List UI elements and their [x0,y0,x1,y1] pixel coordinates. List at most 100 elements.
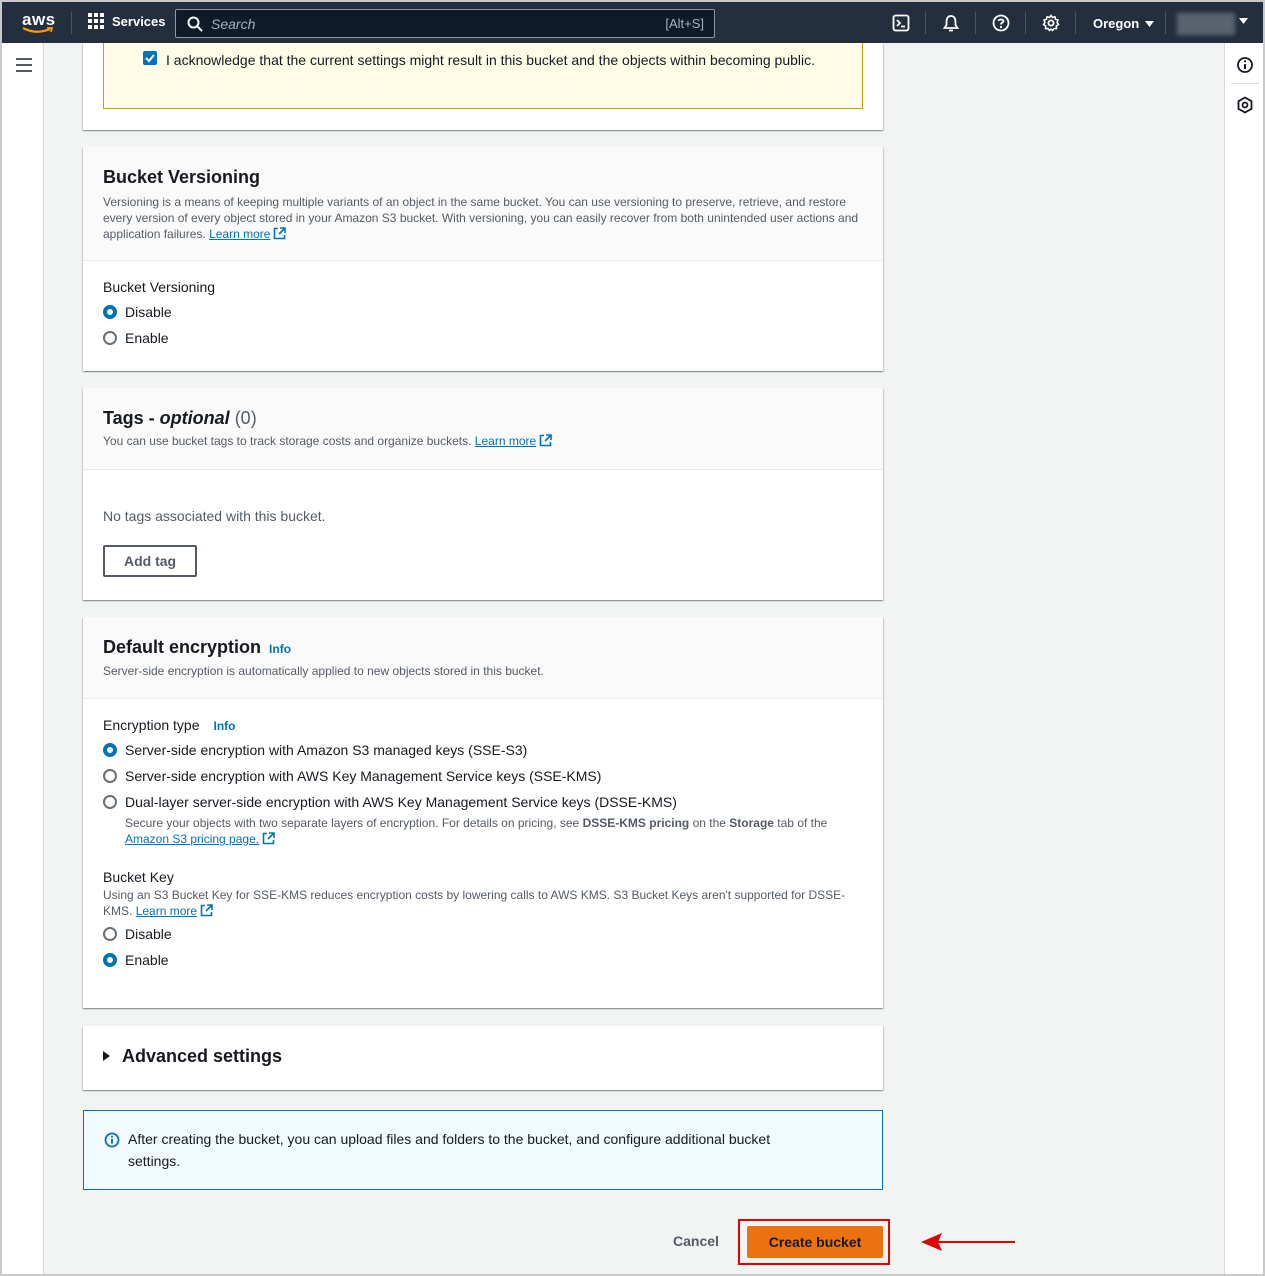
region-selector[interactable]: Oregon [1093,16,1155,31]
title-text: Default encryption [103,637,262,657]
acknowledge-text: I acknowledge that the current settings … [166,52,816,68]
create-bucket-button[interactable]: Create bucket [747,1226,883,1258]
notifications-bell-icon[interactable] [942,14,960,32]
radio-selected[interactable] [103,305,117,319]
hamburger-menu-icon[interactable] [16,58,32,76]
panel-description: Server-side encryption is automatically … [103,664,544,678]
block-public-access-panel: I acknowledge that the current settings … [83,43,883,130]
versioning-options: Bucket Versioning Disable Enable [83,261,883,351]
services-label: Services [112,13,166,29]
info-link[interactable]: Info [269,642,291,656]
search-shortcut: [Alt+S] [665,16,704,31]
external-link-icon[interactable] [200,904,213,917]
nav-separator [975,12,976,34]
pricing-page-link[interactable]: Amazon S3 pricing page. [125,832,259,846]
info-alert-text: After creating the bucket, you can uploa… [128,1131,771,1169]
radio-sse-s3[interactable]: Server-side encryption with Amazon S3 ma… [103,737,863,763]
caret-right-icon [103,1051,110,1061]
aws-logo[interactable]: aws [18,8,58,36]
panel-description: Versioning is a means of keeping multipl… [103,194,863,242]
radio-selected[interactable] [103,953,117,967]
caret-down-icon[interactable] [1239,18,1248,24]
learn-more-link[interactable]: Learn more [475,434,536,448]
settings-gear-icon[interactable] [1042,14,1060,32]
field-label: Bucket Key [103,869,174,885]
acknowledge-checkbox[interactable] [143,51,157,65]
help-icon[interactable] [992,14,1010,32]
field-label: Encryption type Info [103,717,863,733]
desc-part: on the [689,816,730,830]
nav-separator [1075,12,1076,34]
radio-unselected[interactable] [103,927,117,941]
learn-more-link[interactable]: Learn more [209,227,270,241]
info-link[interactable]: Info [214,719,236,733]
radio-selected[interactable] [103,743,117,757]
radio-bucket-key-enable[interactable]: Enable [103,947,863,973]
search-icon [187,16,203,32]
advanced-settings-toggle[interactable]: Advanced settings [83,1026,883,1067]
radio-dsse-kms[interactable]: Dual-layer server-side encryption with A… [103,789,863,815]
external-link-icon[interactable] [539,434,552,447]
tags-body: No tags associated with this bucket. Add… [83,470,883,577]
nav-separator [1025,12,1026,34]
encryption-type-label: Encryption type [103,717,200,733]
hexagon-icon[interactable] [1236,96,1254,114]
dsse-description: Secure your objects with two separate la… [125,815,863,847]
aws-smile-icon [22,27,54,33]
title-main: Tags - [103,408,160,428]
right-tools-rail [1224,43,1263,1274]
panel-header: Tags - optional (0) You can use bucket t… [83,388,883,470]
nav-separator [1165,12,1166,34]
info-alert: After creating the bucket, you can uploa… [83,1110,883,1190]
desc-part: tab of the [773,816,828,830]
title-optional: optional [159,408,230,428]
nav-separator [925,12,926,34]
radio-label: Server-side encryption with Amazon S3 ma… [125,742,528,758]
panel-header: Bucket Versioning Versioning is a means … [83,147,883,261]
description-text: You can use bucket tags to track storage… [103,434,472,448]
radio-unselected[interactable] [103,331,117,345]
radio-sse-kms[interactable]: Server-side encryption with AWS Key Mana… [103,763,863,789]
field-label: Bucket Versioning [103,279,216,295]
radio-unselected[interactable] [103,769,117,783]
radio-label: Disable [125,926,172,942]
region-label: Oregon [1093,16,1140,31]
empty-tags-text: No tags associated with this bucket. [103,508,326,524]
radio-label: Enable [125,330,169,346]
rail-divider [1231,83,1259,84]
radio-unselected[interactable] [103,795,117,809]
tags-panel: Tags - optional (0) You can use bucket t… [83,388,883,600]
caret-down-icon [1145,20,1155,27]
learn-more-link[interactable]: Learn more [136,904,197,918]
bucket-versioning-panel: Bucket Versioning Versioning is a means … [83,147,883,371]
top-navigation-bar: aws Services Search [Alt+S] Oregon [2,2,1263,43]
radio-versioning-enable[interactable]: Enable [103,325,863,351]
external-link-icon[interactable] [273,227,287,240]
add-tag-button[interactable]: Add tag [103,545,198,577]
encryption-body: Encryption type Info Server-side encrypti… [83,699,883,973]
red-arrow-annotation-icon [921,1233,1015,1251]
grid-icon [88,13,104,29]
cloudshell-icon[interactable] [892,14,910,32]
advanced-settings-title: Advanced settings [122,1046,283,1066]
default-encryption-panel: Default encryption Info Server-side encry… [83,617,883,1008]
external-link-icon[interactable] [262,832,275,845]
account-menu-redacted[interactable] [1177,13,1235,35]
nav-separator [71,12,72,34]
radio-label: Dual-layer server-side encryption with A… [125,794,677,810]
info-panel-icon[interactable] [1236,56,1254,74]
panel-title: Default encryption Info [103,637,863,658]
search-input[interactable]: Search [Alt+S] [175,9,715,38]
advanced-settings-panel: Advanced settings [83,1026,883,1090]
panel-title: Tags - optional (0) [103,408,863,429]
left-navigation-rail [2,43,44,1274]
radio-versioning-disable[interactable]: Disable [103,299,863,325]
services-menu-button[interactable]: Services [88,13,166,29]
cancel-button[interactable]: Cancel [673,1233,719,1249]
desc-part: Secure your objects with two separate la… [125,816,583,830]
checkmark-icon [145,54,155,63]
panel-header: Default encryption Info Server-side encry… [83,617,883,699]
tag-count: (0) [234,408,257,428]
radio-bucket-key-disable[interactable]: Disable [103,921,863,947]
panel-title: Bucket Versioning [103,167,261,187]
